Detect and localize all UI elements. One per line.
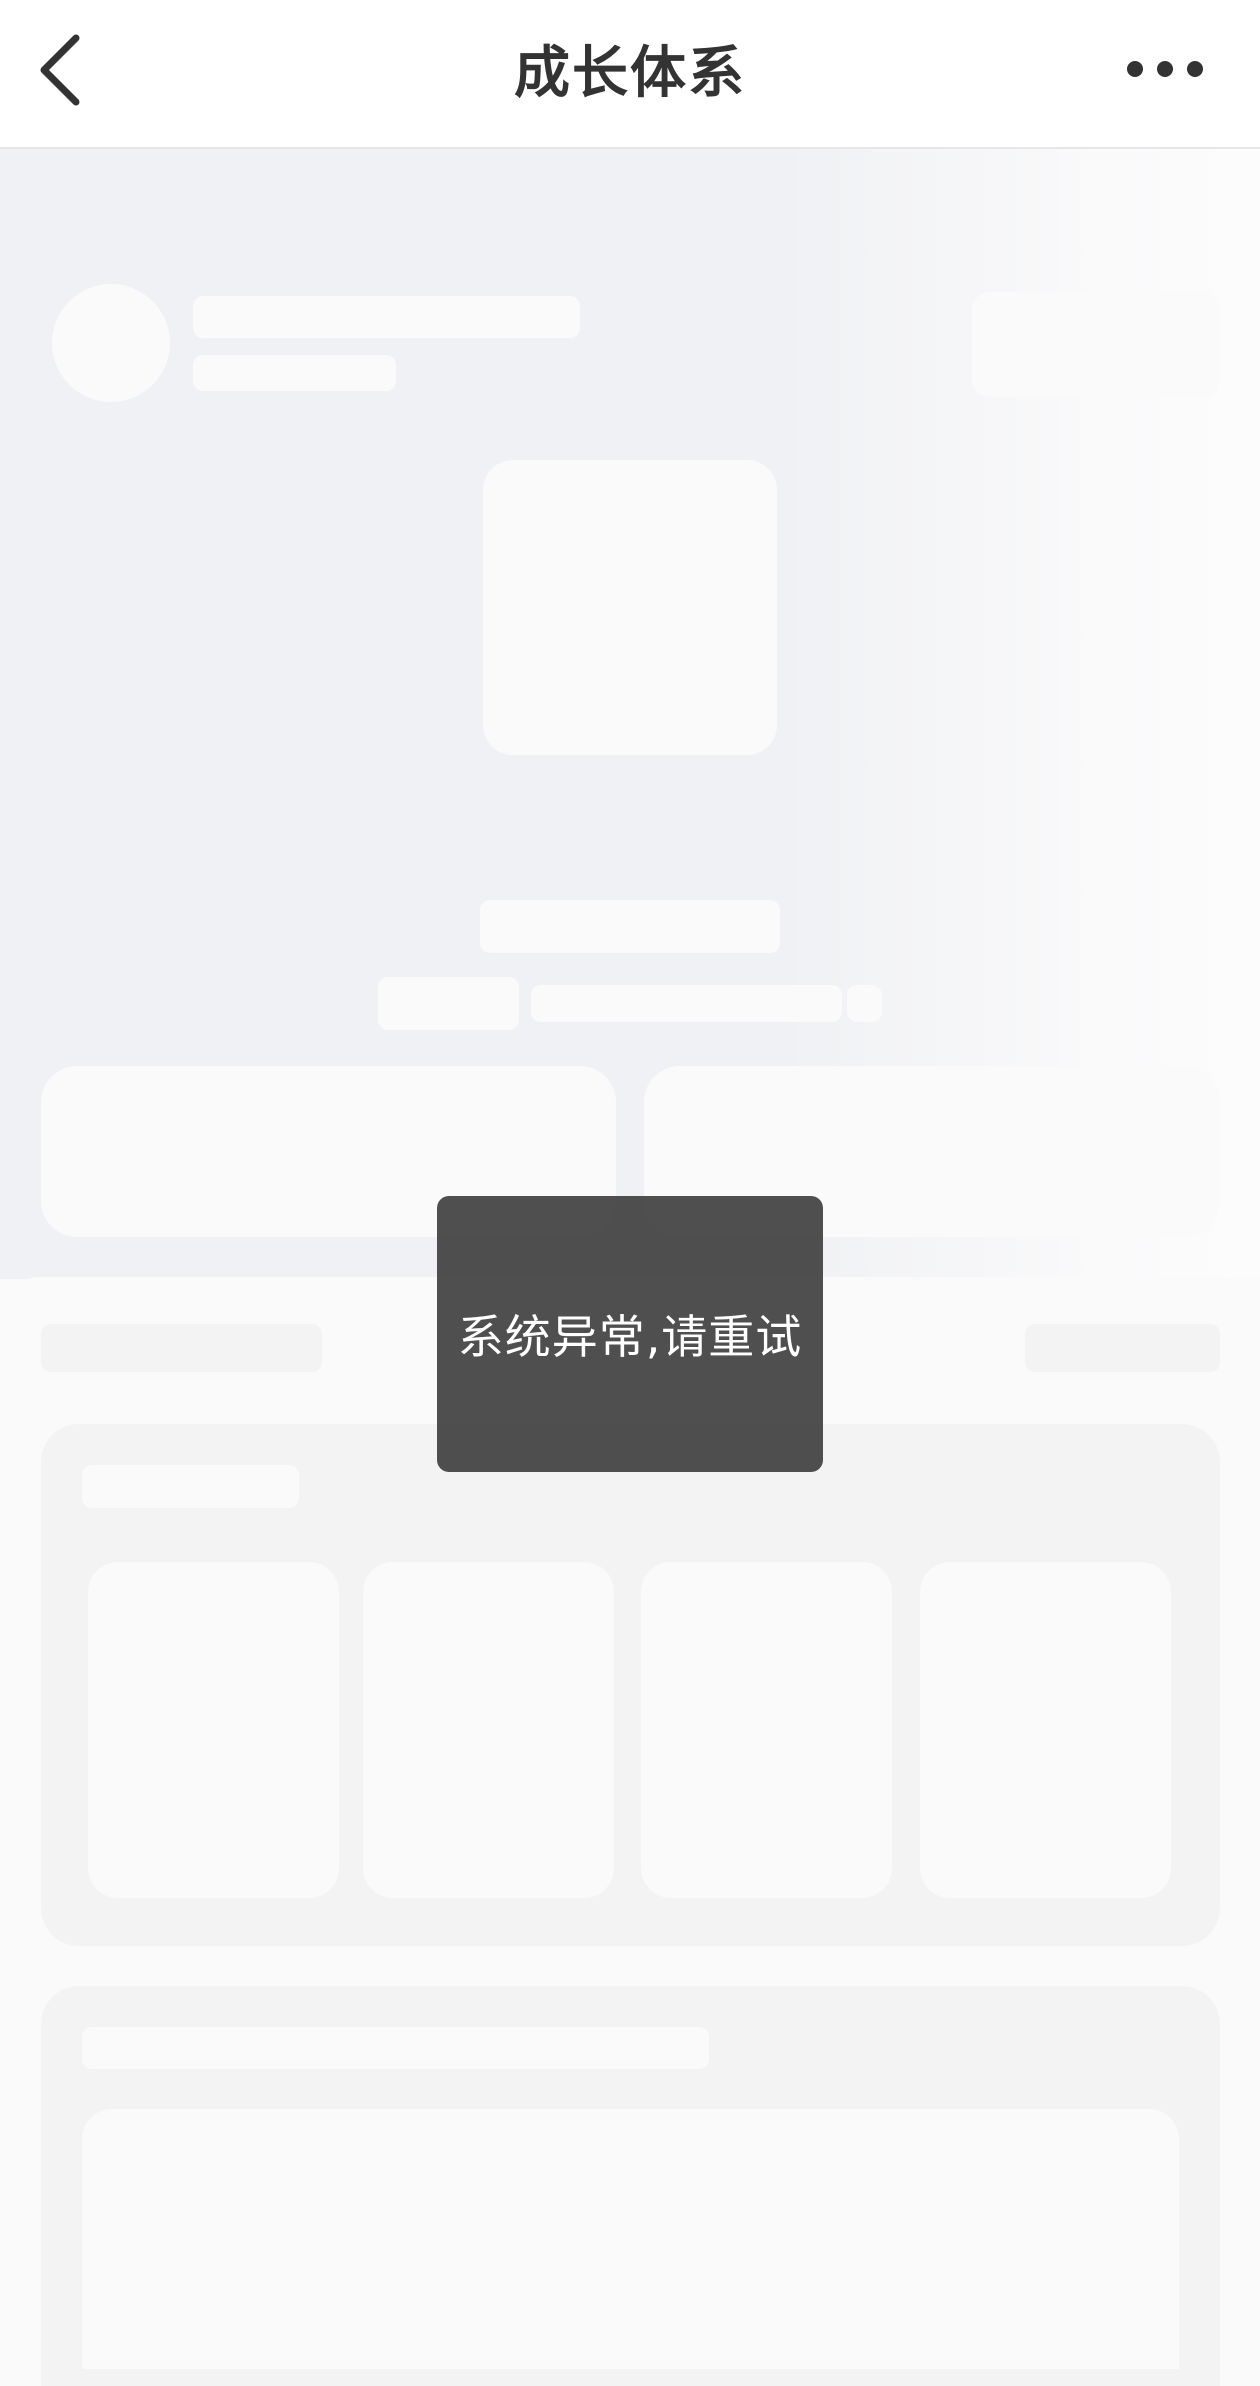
- level-tag-skeleton: [378, 977, 519, 1030]
- back-button[interactable]: [36, 34, 88, 106]
- avatar-skeleton: [52, 284, 170, 402]
- page-title: 成长体系: [514, 41, 746, 106]
- error-toast-message: 系统异常,请重试: [457, 1310, 803, 1364]
- benefits-title-skeleton: [82, 1465, 299, 1508]
- progress-text-skeleton: [531, 985, 842, 1022]
- subtitle-skeleton: [193, 355, 396, 391]
- section-link-skeleton: [1025, 1324, 1220, 1372]
- tasks-title-skeleton: [82, 2027, 709, 2069]
- more-horizontal-icon: [1127, 61, 1203, 77]
- level-badge-skeleton: [483, 460, 777, 755]
- more-button[interactable]: [1118, 54, 1228, 84]
- tasks-content-skeleton: [82, 2109, 1179, 2369]
- chevron-left-icon: [40, 34, 80, 106]
- section-title-skeleton: [41, 1324, 322, 1372]
- benefit-card-skeleton-1: [88, 1562, 339, 1898]
- username-skeleton: [193, 296, 580, 338]
- level-title-skeleton: [480, 900, 780, 953]
- benefit-card-skeleton-3: [641, 1562, 892, 1898]
- nav-bar: 成长体系: [0, 0, 1260, 149]
- progress-icon-skeleton: [847, 985, 882, 1022]
- action-button-skeleton: [972, 292, 1220, 397]
- benefit-card-skeleton-4: [920, 1562, 1171, 1898]
- benefit-card-skeleton-2: [363, 1562, 614, 1898]
- error-toast: 系统异常,请重试: [437, 1196, 823, 1472]
